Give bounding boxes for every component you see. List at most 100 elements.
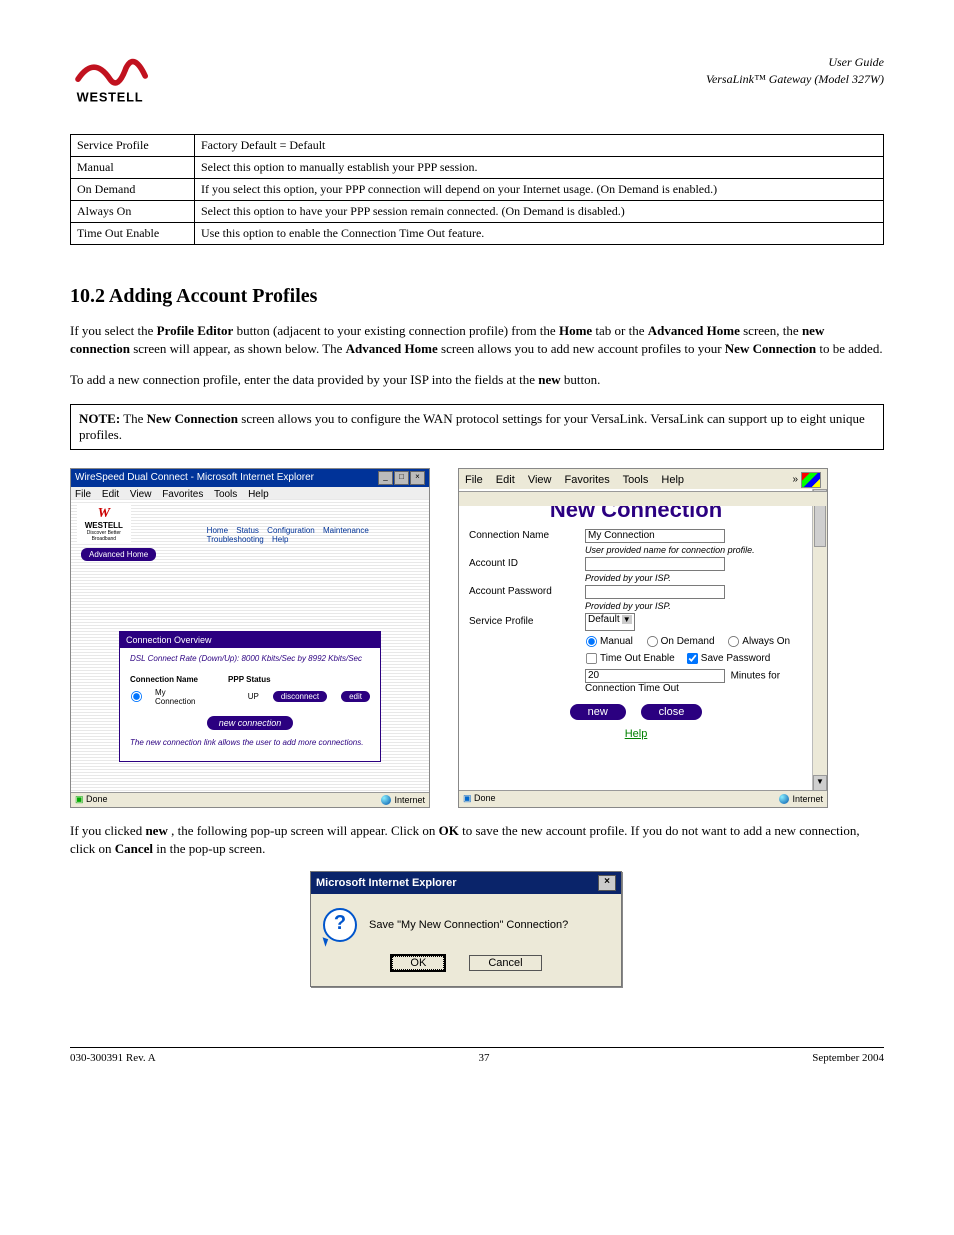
service-profile-table: Service ProfileFactory Default = Default… xyxy=(70,134,884,245)
status-bar: ▣ Done Internet xyxy=(71,792,429,807)
window-titlebar: WireSpeed Dual Connect - Microsoft Inter… xyxy=(71,469,429,487)
section-para-2: To add a new connection profile, enter t… xyxy=(70,371,884,389)
col-connection-name: Connection Name xyxy=(130,675,198,684)
after-screens-para: If you clicked new , the following pop-u… xyxy=(70,822,884,858)
close-icon[interactable]: × xyxy=(598,875,616,891)
screenshot-new-connection: File Edit View Favorites Tools Help » Ne… xyxy=(458,468,828,808)
confirm-dialog: Microsoft Internet Explorer × ? Save "My… xyxy=(310,871,622,987)
label-account-id: Account ID xyxy=(469,558,579,569)
close-icon[interactable]: × xyxy=(410,471,425,485)
scrollbar-vertical[interactable]: ▲ ▼ xyxy=(812,489,827,791)
new-connection-hint: The new connection link allows the user … xyxy=(130,738,370,747)
menubar: File Edit View Favorites Tools Help » xyxy=(459,469,827,491)
help-link[interactable]: Help xyxy=(469,728,803,740)
westell-logo: WESTELL xyxy=(70,50,160,114)
new-button[interactable]: new xyxy=(570,704,626,720)
footer-page: 37 xyxy=(478,1052,489,1064)
minimize-icon[interactable]: _ xyxy=(378,471,393,485)
service-profile-select[interactable]: Default xyxy=(585,613,635,631)
connection-radio[interactable] xyxy=(131,691,142,702)
dialog-message: Save "My New Connection" Connection? xyxy=(369,919,568,931)
question-icon: ? xyxy=(323,908,357,942)
timeout-input[interactable] xyxy=(585,669,725,683)
globe-icon xyxy=(779,794,789,804)
checkbox-savepwd[interactable] xyxy=(687,653,698,664)
close-button[interactable]: close xyxy=(641,704,703,720)
menu-help[interactable]: Help xyxy=(661,474,684,486)
checkbox-timeout[interactable] xyxy=(586,653,597,664)
connection-name: My Connection xyxy=(155,688,208,706)
menu-edit[interactable]: Edit xyxy=(496,474,515,486)
label-service-profile: Service Profile xyxy=(469,616,579,627)
scroll-down-icon[interactable]: ▼ xyxy=(813,775,827,791)
note-box: NOTE: The New Connection screen allows y… xyxy=(70,404,884,450)
page-header: WESTELL User Guide VersaLink™ Gateway (M… xyxy=(70,50,884,114)
nav-tabs: Home Status Configuration Maintenance Tr… xyxy=(207,526,423,544)
header-model: VersaLink™ Gateway (Model 327W) xyxy=(706,71,884,88)
table-row: Always OnSelect this option to have your… xyxy=(71,201,884,223)
section-para-1: If you select the Profile Editor button … xyxy=(70,322,884,358)
hint-connection-name: User provided name for connection profil… xyxy=(585,545,803,555)
nav-status[interactable]: Status xyxy=(236,526,259,535)
nav-home[interactable]: Home xyxy=(207,526,228,535)
status-left: ▣ Done xyxy=(75,794,108,805)
nav-config[interactable]: Configuration xyxy=(267,526,315,535)
table-row: Time Out EnableUse this option to enable… xyxy=(71,223,884,245)
dialog-title: Microsoft Internet Explorer xyxy=(316,877,457,889)
header-right: User Guide VersaLink™ Gateway (Model 327… xyxy=(706,54,884,88)
nav-maint[interactable]: Maintenance xyxy=(323,526,369,535)
menu-tools[interactable]: Tools xyxy=(623,474,649,486)
ppp-status: UP xyxy=(248,692,259,701)
mini-logo: W WESTELL Discover Better Broadband xyxy=(77,505,131,544)
window-title: WireSpeed Dual Connect - Microsoft Inter… xyxy=(75,472,314,483)
connection-name-input[interactable] xyxy=(585,529,725,543)
ok-button[interactable]: OK xyxy=(390,954,446,972)
page-footer: 030-300391 Rev. A 37 September 2004 xyxy=(70,1047,884,1064)
edit-button[interactable]: edit xyxy=(341,691,370,702)
svg-text:WESTELL: WESTELL xyxy=(77,90,144,105)
hint-account-password: Provided by your ISP. xyxy=(585,601,803,611)
chevron-icon[interactable]: » xyxy=(792,474,797,485)
label-connection-name: Connection Name xyxy=(469,530,579,541)
account-id-input[interactable] xyxy=(585,557,725,571)
menu-file[interactable]: File xyxy=(465,474,483,486)
screenshot-advanced-home: WireSpeed Dual Connect - Microsoft Inter… xyxy=(70,468,430,808)
footer-left: 030-300391 Rev. A xyxy=(70,1052,156,1064)
status-zone: Internet xyxy=(779,794,823,804)
dialog-titlebar: Microsoft Internet Explorer × xyxy=(311,872,621,894)
windows-flag-icon xyxy=(801,472,821,488)
status-left: ▣ Done xyxy=(463,793,496,804)
cancel-button[interactable]: Cancel xyxy=(469,955,541,971)
status-bar-right: ▣ Done Internet xyxy=(459,790,827,807)
disconnect-button[interactable]: disconnect xyxy=(273,691,327,702)
table-row: ManualSelect this option to manually est… xyxy=(71,157,884,179)
connection-overview-panel: Connection Overview DSL Connect Rate (Do… xyxy=(119,631,381,762)
mode-radios: Manual On Demand Always On xyxy=(585,635,803,648)
footer-right: September 2004 xyxy=(812,1052,884,1064)
nav-trouble[interactable]: Troubleshooting xyxy=(207,535,264,544)
radio-alwayson[interactable] xyxy=(728,636,739,647)
nav-help[interactable]: Help xyxy=(272,535,288,544)
scroll-thumb[interactable] xyxy=(814,505,826,547)
panel-title: Connection Overview xyxy=(120,632,380,648)
new-connection-button[interactable]: new connection xyxy=(207,716,294,730)
table-row: On DemandIf you select this option, your… xyxy=(71,179,884,201)
advanced-home-button[interactable]: Advanced Home xyxy=(81,548,156,561)
section-heading: 10.2 Adding Account Profiles xyxy=(70,285,884,308)
table-row: Service ProfileFactory Default = Default xyxy=(71,135,884,157)
col-ppp-status: PPP Status xyxy=(228,675,271,684)
maximize-icon[interactable]: □ xyxy=(394,471,409,485)
account-password-input[interactable] xyxy=(585,585,725,599)
label-account-password: Account Password xyxy=(469,586,579,597)
status-bar xyxy=(459,491,827,506)
globe-icon xyxy=(381,795,391,805)
status-zone: Internet xyxy=(381,795,425,805)
radio-manual[interactable] xyxy=(586,636,597,647)
menu-favorites[interactable]: Favorites xyxy=(565,474,610,486)
dsl-rate: DSL Connect Rate (Down/Up): 8000 Kbits/S… xyxy=(130,654,370,663)
screenshots-row: WireSpeed Dual Connect - Microsoft Inter… xyxy=(70,468,884,808)
radio-ondemand[interactable] xyxy=(647,636,658,647)
header-guide: User Guide xyxy=(706,54,884,71)
menu-view[interactable]: View xyxy=(528,474,552,486)
hint-account-id: Provided by your ISP. xyxy=(585,573,803,583)
